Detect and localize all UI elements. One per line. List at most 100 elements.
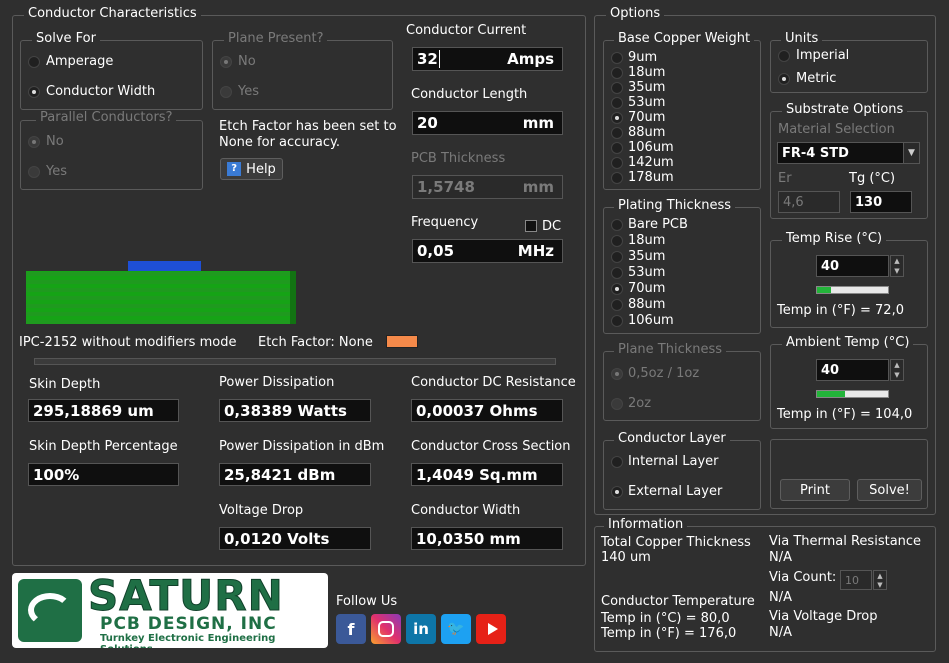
copper-weight-label[interactable]: 18um <box>628 65 665 80</box>
base-copper-title: Base Copper Weight <box>614 31 755 46</box>
internal-layer-radio[interactable] <box>611 456 623 468</box>
solve-button[interactable]: Solve! <box>857 479 922 501</box>
copper-weight-label[interactable]: 53um <box>628 95 665 110</box>
copper-weight-label[interactable]: 178um <box>628 170 674 185</box>
copper-weight-radio[interactable] <box>611 112 623 124</box>
conductor-current-input[interactable]: 32 Amps <box>412 47 563 71</box>
metric-label[interactable]: Metric <box>796 71 836 86</box>
temp-rise-input[interactable]: 40 <box>816 255 889 277</box>
plane-no-label[interactable]: No <box>238 54 256 69</box>
via-count-spinner[interactable]: ▲ ▼ <box>873 570 887 590</box>
spin-down-icon[interactable]: ▼ <box>894 371 899 379</box>
help-button[interactable]: ? Help <box>220 158 283 180</box>
copper-weight-radio[interactable] <box>611 172 623 184</box>
plating-thickness-radio[interactable] <box>611 267 623 279</box>
facebook-icon[interactable]: f <box>336 614 366 644</box>
dc-checkbox[interactable] <box>525 220 537 232</box>
solve-amperage-label[interactable]: Amperage <box>46 54 113 69</box>
er-input[interactable]: 4,6 <box>778 191 840 213</box>
copper-weight-radio[interactable] <box>611 127 623 139</box>
instagram-icon[interactable] <box>371 614 401 644</box>
frequency-input[interactable]: 0,05 MHz <box>412 239 563 263</box>
internal-layer-label[interactable]: Internal Layer <box>628 454 718 469</box>
twitter-icon[interactable]: 🐦 <box>441 614 471 644</box>
plating-thickness-radio[interactable] <box>611 315 623 327</box>
copper-weight-label[interactable]: 142um <box>628 155 674 170</box>
units-title: Units <box>781 31 823 46</box>
copper-weight-label[interactable]: 70um <box>628 110 665 125</box>
plating-thickness-radio[interactable] <box>611 219 623 231</box>
plating-thickness-radio[interactable] <box>611 299 623 311</box>
external-layer-radio[interactable] <box>611 486 623 498</box>
plane-half-oz-radio[interactable] <box>611 368 623 380</box>
ambient-temp-spinner[interactable]: ▲ ▼ <box>890 359 904 381</box>
youtube-icon[interactable] <box>476 614 506 644</box>
plating-thickness-label[interactable]: Bare PCB <box>628 217 688 232</box>
copper-weight-label[interactable]: 9um <box>628 50 657 65</box>
plating-thickness-label[interactable]: 18um <box>628 233 665 248</box>
parallel-yes-label[interactable]: Yes <box>46 164 67 179</box>
plane-thickness-group <box>603 351 761 421</box>
plane-yes-radio[interactable] <box>220 86 232 98</box>
etch-factor-swatch[interactable] <box>386 335 418 348</box>
imperial-label[interactable]: Imperial <box>796 48 849 63</box>
plane-2oz-label[interactable]: 2oz <box>628 396 651 411</box>
saturn-logo[interactable]: SATURN PCB DESIGN, INC Turnkey Electroni… <box>12 573 328 648</box>
parallel-yes-radio[interactable] <box>28 166 40 178</box>
help-label: Help <box>246 161 276 177</box>
print-button[interactable]: Print <box>780 479 850 501</box>
plane-half-oz-label[interactable]: 0,5oz / 1oz <box>628 366 699 381</box>
solve-width-radio[interactable] <box>28 86 40 98</box>
via-voltage-value: N/A <box>769 625 792 640</box>
temp-rise-spinner[interactable]: ▲ ▼ <box>890 255 904 277</box>
copper-weight-radio[interactable] <box>611 82 623 94</box>
plating-thickness-radio[interactable] <box>611 235 623 247</box>
cross-section-output: 1,4049 Sq.mm <box>411 463 563 486</box>
plating-thickness-label[interactable]: 35um <box>628 249 665 264</box>
dc-label[interactable]: DC <box>542 219 561 234</box>
conductor-temp-c: Temp in (°C) = 80,0 <box>601 611 730 626</box>
plating-thickness-label[interactable]: 88um <box>628 297 665 312</box>
plane-yes-label[interactable]: Yes <box>238 84 259 99</box>
copper-weight-radio[interactable] <box>611 142 623 154</box>
conductor-width-output: 10,0350 mm <box>411 527 563 550</box>
plane-no-radio[interactable] <box>220 56 232 68</box>
spin-down-icon[interactable]: ▼ <box>894 267 899 275</box>
copper-weight-radio[interactable] <box>611 157 623 169</box>
solve-amperage-radio[interactable] <box>28 56 40 68</box>
copper-weight-radio[interactable] <box>611 97 623 109</box>
spin-down-icon[interactable]: ▼ <box>877 581 882 589</box>
imperial-radio[interactable] <box>778 50 790 62</box>
copper-weight-label[interactable]: 106um <box>628 140 674 155</box>
copper-weight-radio[interactable] <box>611 67 623 79</box>
parallel-no-radio[interactable] <box>28 136 40 148</box>
plating-thickness-radio[interactable] <box>611 283 623 295</box>
copper-weight-label[interactable]: 35um <box>628 80 665 95</box>
solve-width-label[interactable]: Conductor Width <box>46 84 155 99</box>
copper-weight-radio[interactable] <box>611 52 623 64</box>
power-dbm-output: 25,8421 dBm <box>219 463 371 486</box>
spin-up-icon[interactable]: ▲ <box>894 361 899 369</box>
etch-factor-slider[interactable] <box>34 358 556 365</box>
plating-thickness-label[interactable]: 106um <box>628 313 674 328</box>
spin-up-icon[interactable]: ▲ <box>877 572 882 580</box>
mode-text: IPC-2152 without modifiers mode <box>19 335 237 350</box>
tg-input[interactable]: 130 <box>850 191 912 213</box>
plating-thickness-label[interactable]: 70um <box>628 281 665 296</box>
metric-radio[interactable] <box>778 73 790 85</box>
plane-2oz-radio[interactable] <box>611 398 623 410</box>
copper-weight-label[interactable]: 88um <box>628 125 665 140</box>
via-count-input[interactable]: 10 <box>840 570 872 590</box>
linkedin-icon[interactable]: in <box>406 614 436 644</box>
plating-thickness-label[interactable]: 53um <box>628 265 665 280</box>
parallel-no-label[interactable]: No <box>46 134 64 149</box>
ambient-level-bar <box>816 390 889 398</box>
ambient-temp-input[interactable]: 40 <box>816 359 889 381</box>
external-layer-label[interactable]: External Layer <box>628 484 722 499</box>
plating-thickness-radio[interactable] <box>611 251 623 263</box>
spin-up-icon[interactable]: ▲ <box>894 257 899 265</box>
pcb-thickness-input[interactable]: 1,5748 mm <box>412 175 563 199</box>
plane-thickness-title: Plane Thickness <box>614 342 727 357</box>
material-select[interactable]: FR-4 STD ▼ <box>777 142 920 164</box>
conductor-length-input[interactable]: 20 mm <box>412 111 563 135</box>
